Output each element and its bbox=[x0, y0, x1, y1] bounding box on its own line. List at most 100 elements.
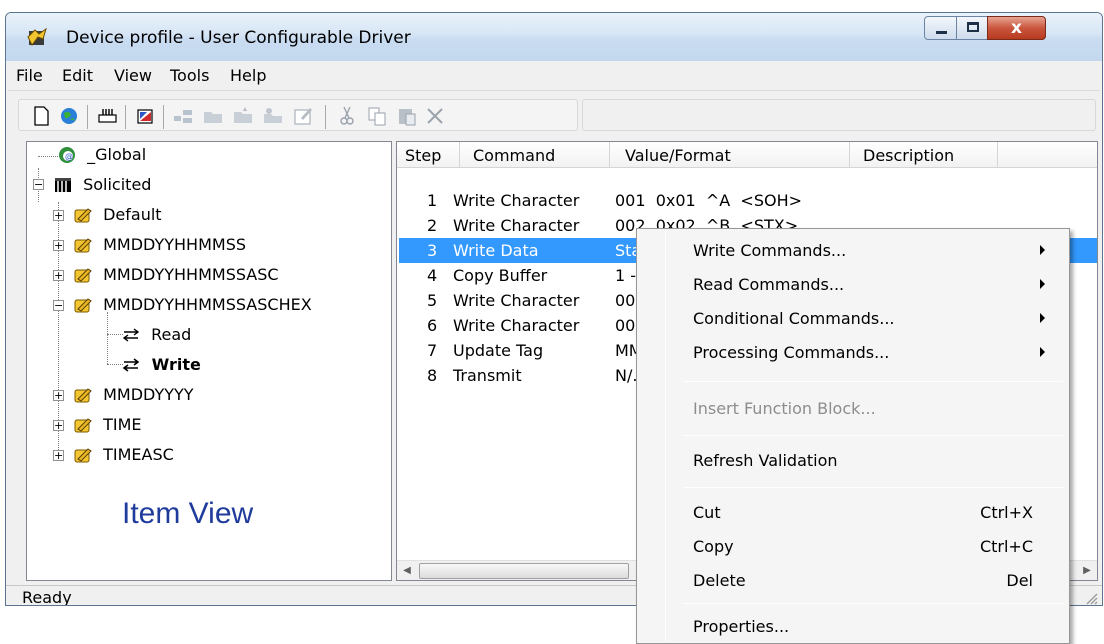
column-header-description[interactable]: Description bbox=[863, 146, 954, 165]
tree-item-label: TIMEASC bbox=[103, 445, 174, 464]
folder-edit-icon[interactable] bbox=[261, 104, 285, 128]
tree-item-label: MMDDYYHHMMSSASC bbox=[103, 265, 279, 284]
globe-icon[interactable] bbox=[57, 104, 81, 128]
tree-item-read[interactable]: Read bbox=[121, 324, 191, 348]
menu-item-write-commands[interactable]: Write Commands... bbox=[639, 233, 1067, 267]
menu-item-refresh-validation[interactable]: Refresh Validation bbox=[639, 443, 1067, 477]
scroll-left-icon[interactable]: ◀ bbox=[399, 563, 415, 579]
menu-separator bbox=[683, 435, 1063, 436]
column-divider[interactable] bbox=[849, 142, 850, 168]
maximize-button[interactable] bbox=[956, 16, 988, 40]
minimize-button[interactable] bbox=[924, 16, 957, 40]
tree-item-default[interactable]: Default bbox=[73, 204, 162, 228]
collapse-toggle[interactable]: − bbox=[53, 300, 64, 311]
menu-view[interactable]: View bbox=[114, 66, 152, 85]
resize-grip-icon[interactable] bbox=[1084, 591, 1098, 605]
tree-line bbox=[38, 156, 58, 157]
menu-item-label: Processing Commands... bbox=[693, 343, 890, 362]
table-row[interactable]: 1 Write Character 001 0x01 ^A <SOH> bbox=[399, 188, 1097, 213]
new-icon[interactable] bbox=[29, 104, 53, 128]
solicited-icon bbox=[55, 177, 71, 192]
column-header-value[interactable]: Value/Format bbox=[625, 146, 731, 165]
menu-item-properties[interactable]: Properties... bbox=[639, 609, 1067, 643]
item-view-caption: Item View bbox=[122, 497, 254, 530]
collapse-toggle[interactable]: − bbox=[33, 179, 44, 190]
tree-item-solicited[interactable]: Solicited bbox=[53, 174, 151, 198]
tree-item-mmddyyhhmmssasc[interactable]: MMDDYYHHMMSSASC bbox=[73, 264, 279, 288]
svg-text:@: @ bbox=[65, 152, 73, 161]
scroll-thumb[interactable] bbox=[419, 563, 629, 579]
menu-separator bbox=[683, 487, 1063, 488]
expand-toggle[interactable]: + bbox=[53, 450, 64, 461]
expand-toggle[interactable]: + bbox=[53, 270, 64, 281]
tree-item-time[interactable]: TIME bbox=[73, 414, 142, 438]
command-cell: Write Character bbox=[453, 316, 580, 335]
copy-icon[interactable] bbox=[365, 104, 389, 128]
column-header-step[interactable]: Step bbox=[405, 146, 441, 165]
folder-icon[interactable] bbox=[201, 104, 225, 128]
menu-item-read-commands[interactable]: Read Commands... bbox=[639, 267, 1067, 301]
validate-icon[interactable] bbox=[133, 104, 157, 128]
block-icon bbox=[74, 267, 92, 282]
block-icon bbox=[74, 237, 92, 252]
folder-add-icon[interactable] bbox=[231, 104, 255, 128]
column-divider[interactable] bbox=[609, 142, 610, 168]
menu-item-label: Write Commands... bbox=[693, 241, 847, 260]
menu-tools[interactable]: Tools bbox=[170, 66, 209, 85]
properties-icon[interactable] bbox=[291, 104, 315, 128]
tree-item-mmddyyhhmmss[interactable]: MMDDYYHHMMSS bbox=[73, 234, 246, 258]
item-tree[interactable]: @ _Global − Solicited + Default + MMDDYY… bbox=[26, 141, 392, 581]
tree-item-label: Write bbox=[151, 355, 201, 374]
add-block-icon[interactable] bbox=[171, 104, 195, 128]
scroll-right-icon[interactable]: ▶ bbox=[1079, 563, 1095, 579]
column-divider[interactable] bbox=[997, 142, 998, 168]
step-cell: 5 bbox=[427, 291, 438, 310]
tree-item-global[interactable]: @ _Global bbox=[57, 144, 146, 168]
column-divider[interactable] bbox=[459, 142, 460, 168]
paste-icon[interactable] bbox=[395, 104, 419, 128]
menu-item-cut[interactable]: Cut Ctrl+X bbox=[639, 495, 1067, 529]
close-button[interactable]: x bbox=[987, 16, 1046, 40]
menu-shortcut: Del bbox=[1006, 571, 1033, 590]
tree-item-label: Solicited bbox=[83, 175, 152, 194]
submenu-arrow-icon bbox=[1040, 279, 1045, 289]
close-icon: x bbox=[1011, 18, 1022, 38]
menu-item-processing-commands[interactable]: Processing Commands... bbox=[639, 335, 1067, 369]
menu-item-delete[interactable]: Delete Del bbox=[639, 563, 1067, 597]
submenu-arrow-icon bbox=[1040, 245, 1045, 255]
menu-edit[interactable]: Edit bbox=[62, 66, 93, 85]
window-title: Device profile - User Configurable Drive… bbox=[66, 28, 411, 48]
app-icon bbox=[27, 27, 47, 46]
tree-item-write[interactable]: Write bbox=[121, 354, 201, 378]
command-cell: Write Data bbox=[453, 241, 539, 260]
tree-item-timeasc[interactable]: TIMEASC bbox=[73, 444, 174, 468]
delete-icon[interactable] bbox=[423, 104, 447, 128]
toolbar bbox=[8, 93, 1100, 135]
menu-item-copy[interactable]: Copy Ctrl+C bbox=[639, 529, 1067, 563]
menu-file[interactable]: File bbox=[16, 66, 43, 85]
block-icon bbox=[74, 417, 92, 432]
expand-toggle[interactable]: + bbox=[53, 390, 64, 401]
menu-item-label: Refresh Validation bbox=[693, 451, 838, 470]
read-write-arrows-icon bbox=[122, 357, 140, 372]
expand-toggle[interactable]: + bbox=[53, 240, 64, 251]
tree-item-mmddyyyy[interactable]: MMDDYYYY bbox=[73, 384, 194, 408]
tree-item-label: TIME bbox=[103, 415, 142, 434]
menu-item-conditional-commands[interactable]: Conditional Commands... bbox=[639, 301, 1067, 335]
menu-item-label: Copy bbox=[693, 537, 734, 556]
expand-toggle[interactable]: + bbox=[53, 420, 64, 431]
device-icon[interactable] bbox=[95, 104, 119, 128]
toolbar-separator bbox=[87, 105, 88, 129]
tree-item-label: _Global bbox=[87, 145, 147, 164]
tree-line bbox=[107, 312, 108, 364]
title-bar[interactable]: Device profile - User Configurable Drive… bbox=[6, 13, 1102, 61]
menu-item-insert-function-block: Insert Function Block... bbox=[639, 391, 1067, 425]
column-header-command[interactable]: Command bbox=[473, 146, 555, 165]
tree-item-mmddyyhhmmssaschex[interactable]: MMDDYYHHMMSSASCHEX bbox=[73, 294, 312, 318]
menu-help[interactable]: Help bbox=[230, 66, 266, 85]
toolbar-band bbox=[18, 99, 578, 131]
submenu-arrow-icon bbox=[1040, 313, 1045, 323]
expand-toggle[interactable]: + bbox=[53, 210, 64, 221]
minimize-icon bbox=[936, 31, 947, 34]
cut-icon[interactable] bbox=[335, 104, 359, 128]
